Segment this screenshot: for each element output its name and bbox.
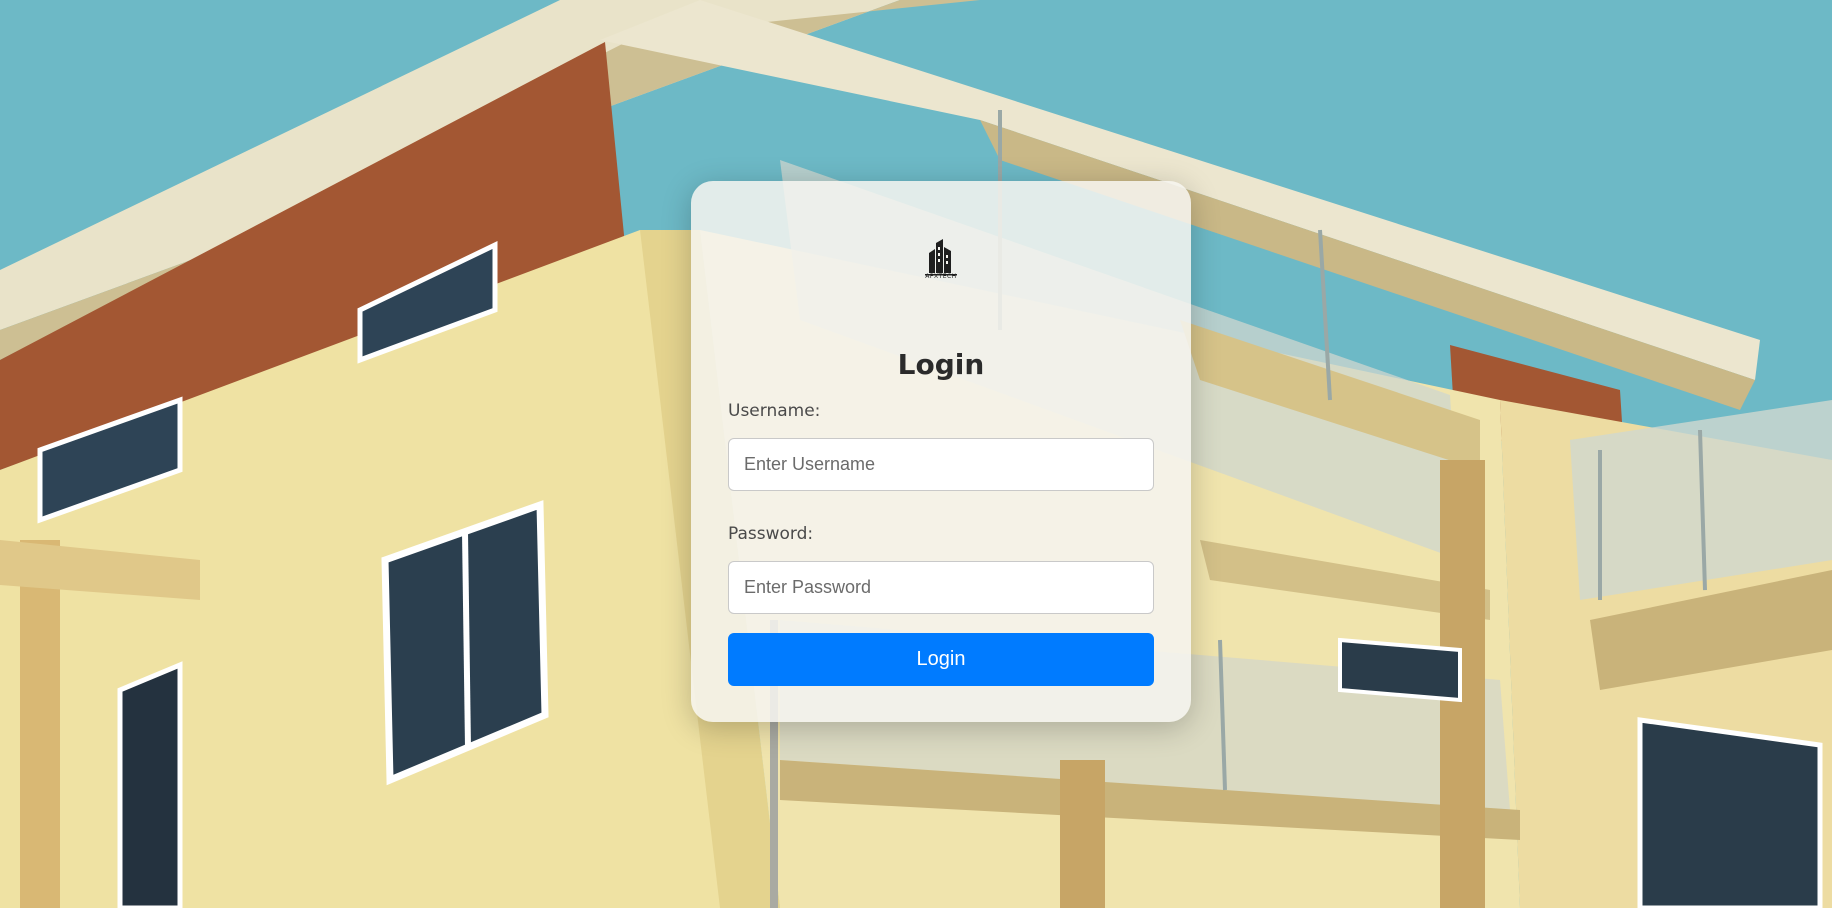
building-logo-icon: APXTECH	[921, 237, 961, 281]
logo-text: APXTECH	[925, 273, 957, 280]
username-label: Username:	[728, 401, 821, 421]
password-label: Password:	[728, 524, 814, 544]
login-button[interactable]: Login	[728, 633, 1154, 686]
login-card: APXTECH Login Username: Password: Login	[691, 181, 1191, 722]
password-input[interactable]	[728, 561, 1154, 614]
username-input[interactable]	[728, 438, 1154, 491]
page-title: Login	[897, 348, 985, 381]
